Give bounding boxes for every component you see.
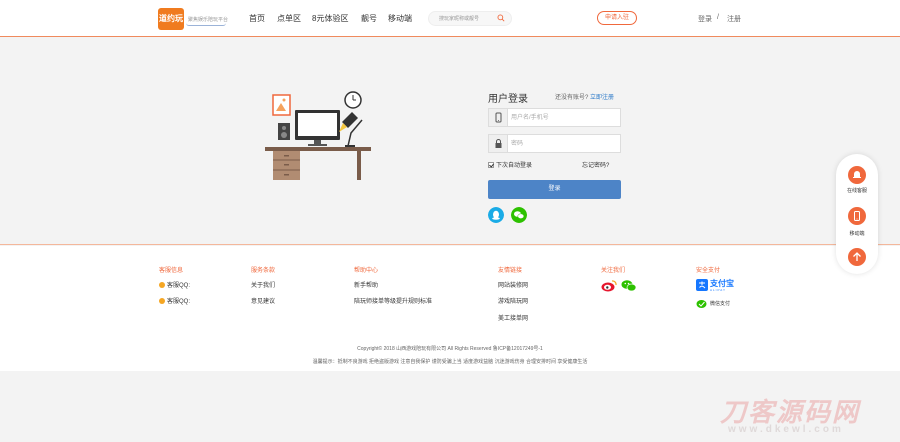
wechat-pay-text: 微信支付 [710, 301, 731, 307]
remember-checkbox[interactable] [488, 161, 494, 168]
password-field[interactable] [488, 134, 621, 153]
phone-icon [489, 109, 508, 126]
logo-tagline: 聚焦娱乐陪玩平台 [188, 17, 229, 23]
footer-beginner-help[interactable]: 新手帮助 [354, 280, 378, 289]
footer-about-us[interactable]: 关于我们 [251, 280, 275, 289]
footer-link-1[interactable]: 网站装修网 [498, 280, 528, 289]
site-header: 道约玩 聚焦娱乐陪玩平台 首页 点单区 8元体验区 靓号 移动端 搜玩家昵称或靓… [0, 0, 900, 37]
qq-small-icon [159, 298, 165, 304]
nav-order-zone[interactable]: 点单区 [277, 13, 301, 24]
header-login-link[interactable]: 登录 [698, 14, 712, 24]
forgot-password-link[interactable]: 忘记密码? [582, 160, 609, 169]
online-service-button[interactable] [848, 166, 866, 184]
register-prompt: 还没有账号? 立即注册 [555, 92, 614, 101]
footer-title-terms: 服务条款 [251, 268, 276, 274]
register-now-link[interactable]: 立即注册 [590, 95, 614, 101]
wechat-pay-logo: 微信支付 [696, 298, 746, 310]
footer-title-links: 友情链接 [498, 268, 523, 274]
remember-me[interactable]: 下次自动登录 [488, 160, 532, 169]
footer-qq-2[interactable]: 客服QQ: [159, 296, 190, 305]
online-service-label: 在线客服 [846, 188, 867, 194]
auth-separator: / [717, 14, 719, 21]
floating-sidebar: 在线客服 移动端 [836, 154, 878, 274]
footer-title-service: 客服信息 [159, 268, 184, 274]
footer-feedback[interactable]: 意见建议 [251, 296, 275, 305]
remember-label: 下次自动登录 [496, 163, 533, 169]
footer-link-2[interactable]: 游戏陪玩网 [498, 296, 528, 305]
search-input[interactable]: 搜玩家昵称或靓号 [439, 15, 479, 22]
footer-link-3[interactable]: 美工接单网 [498, 313, 528, 322]
nav-mobile[interactable]: 移动端 [388, 13, 412, 24]
copyright-text: Copyright© 2018 山西游戏陪玩有限公司 All Rights Re… [357, 346, 543, 352]
login-section: 用户登录 还没有账号? 立即注册 下次自动登录 忘记密码? 登录 [0, 38, 900, 245]
nav-vip-number[interactable]: 靓号 [361, 13, 377, 24]
password-input[interactable] [511, 137, 616, 150]
login-title: 用户登录 [488, 94, 528, 105]
footer-title-payment: 安全支付 [696, 268, 721, 274]
watermark-url: www.dkewl.com [728, 424, 844, 435]
username-input[interactable] [511, 111, 616, 124]
nav-home[interactable]: 首页 [249, 13, 265, 24]
footer-title-follow: 关注我们 [601, 268, 626, 274]
wechat-login-icon[interactable] [511, 207, 527, 223]
alipay-subtext: ALIPAY [710, 288, 727, 292]
nav-trial-zone[interactable]: 8元体验区 [312, 13, 348, 24]
site-logo[interactable]: 道约玩 [158, 8, 184, 30]
qq-small-icon [159, 282, 165, 288]
login-submit-button[interactable]: 登录 [488, 180, 621, 199]
back-to-top-button[interactable] [848, 248, 866, 266]
desk-illustration [265, 91, 371, 180]
wechat-follow-icon[interactable] [621, 279, 637, 292]
mobile-app-label: 移动端 [849, 231, 865, 237]
no-account-text: 还没有账号? [555, 95, 589, 101]
apply-join-button[interactable]: 申请入驻 [597, 11, 637, 25]
footer-title-help: 帮助中心 [354, 268, 379, 274]
weibo-icon[interactable] [601, 279, 617, 292]
lock-icon [489, 135, 508, 152]
logo-swoosh-decoration [186, 23, 226, 26]
footer-level-rules[interactable]: 陪玩师接单等级提升规则标准 [354, 296, 432, 305]
alipay-logo: 支付宝 ALIPAY [696, 278, 736, 293]
wechat-pay-icon [696, 300, 707, 308]
alipay-icon [696, 279, 708, 291]
header-register-link[interactable]: 注册 [727, 14, 741, 24]
search-box[interactable]: 搜玩家昵称或靓号 [428, 11, 512, 26]
mobile-icon [854, 211, 860, 221]
username-field[interactable] [488, 108, 621, 127]
chat-bell-icon [853, 171, 861, 178]
qq-login-icon[interactable] [488, 207, 504, 223]
health-notice: 温馨提示：抵制不良游戏 拒绝盗版游戏 注意自我保护 谨防受骗上当 适度游戏益脑 … [312, 359, 588, 365]
arrow-up-icon [853, 252, 861, 261]
mobile-app-button[interactable] [848, 207, 866, 225]
search-icon[interactable] [497, 14, 505, 22]
footer-qq-1[interactable]: 客服QQ: [159, 280, 190, 289]
site-footer: 客服信息 客服QQ: 客服QQ: 服务条款 关于我们 意见建议 帮助中心 新手帮… [0, 246, 900, 371]
